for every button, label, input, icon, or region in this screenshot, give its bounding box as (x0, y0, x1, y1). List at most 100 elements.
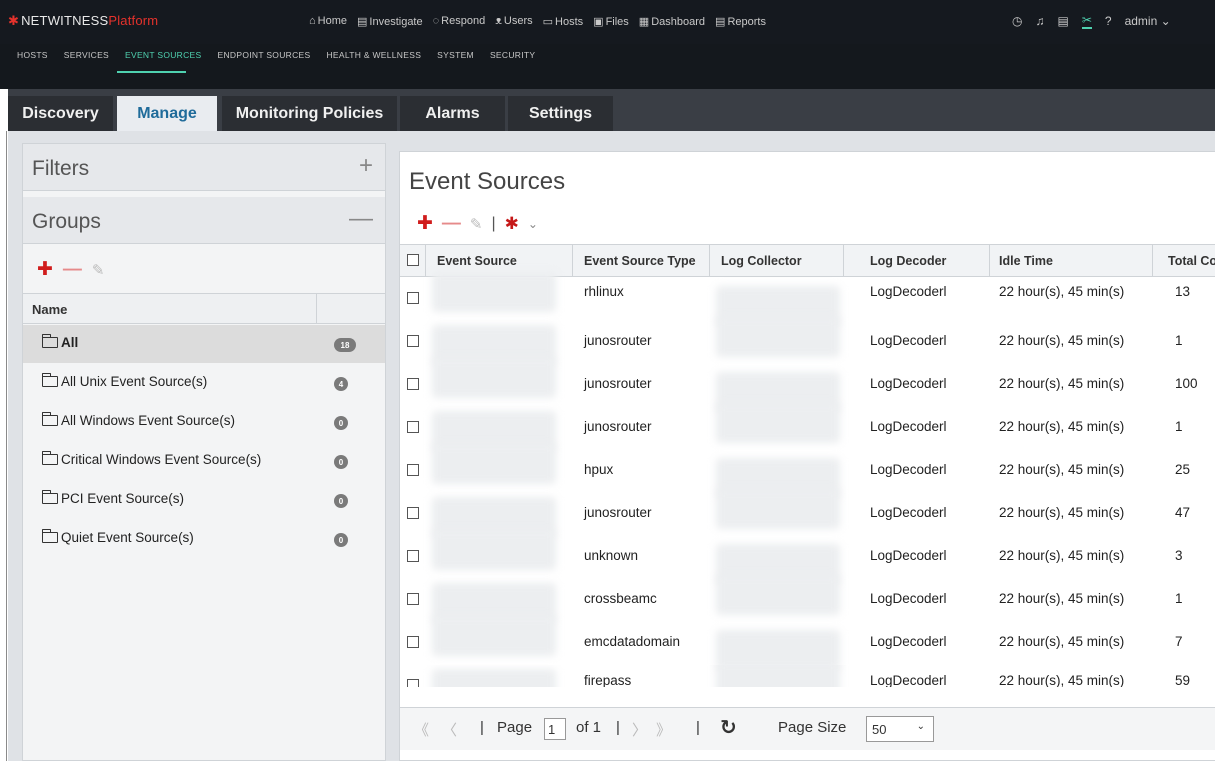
groups-header[interactable]: Groups — (23, 197, 385, 244)
group-name: All Unix Event Source(s) (61, 374, 208, 389)
group-item[interactable]: All 18 (23, 325, 385, 363)
add-group-icon[interactable]: ✚ (37, 258, 53, 281)
tab-discovery[interactable]: Discovery (8, 96, 113, 131)
group-item[interactable]: All Unix Event Source(s) 4 (23, 364, 385, 404)
subnav-services[interactable]: SERVICES (64, 50, 109, 60)
row-checkbox[interactable] (407, 421, 419, 433)
row-checkbox[interactable] (407, 550, 419, 562)
table-row[interactable]: emcdatadomain LogDecoderl 22 hour(s), 45 m… (400, 616, 1215, 670)
user-menu[interactable]: admin ⌄ (1125, 14, 1171, 28)
chevron-down-icon: ⌄ (916, 721, 925, 732)
subnav-event-sources[interactable]: EVENT SOURCES (125, 50, 201, 60)
group-name: Quiet Event Source(s) (61, 530, 194, 545)
subnav-system[interactable]: SYSTEM (437, 50, 474, 60)
edit-group-icon[interactable]: ✎ (92, 261, 105, 279)
cell-idle: 22 hour(s), 45 min(s) (999, 591, 1125, 606)
column-log-decoder[interactable]: Log Decoder (870, 254, 946, 268)
nav-item-dashboard[interactable]: ▦ Dashboard (639, 15, 705, 28)
home-icon: ⌂ (309, 15, 316, 27)
row-checkbox[interactable] (407, 464, 419, 476)
column-event-source-type[interactable]: Event Source Type (584, 254, 696, 268)
row-checkbox[interactable] (407, 378, 419, 390)
subnav-hosts[interactable]: HOSTS (17, 50, 48, 60)
cell-type: rhlinux (584, 284, 624, 299)
table-row[interactable]: rhlinux LogDecoderl 22 hour(s), 45 min(s) 1… (400, 272, 1215, 326)
subnav-endpoint-sources[interactable]: ENDPOINT SOURCES (218, 50, 311, 60)
nav-item-home[interactable]: ⌂ Home (309, 15, 347, 28)
admin-tools-icon[interactable]: ✂ (1081, 13, 1092, 29)
group-item[interactable]: Quiet Event Source(s) 0 (23, 520, 385, 560)
remove-group-icon[interactable]: — (63, 259, 82, 281)
page-size-label: Page Size (778, 719, 847, 736)
page-number-input[interactable] (544, 718, 566, 740)
add-event-source-icon[interactable]: ✚ (417, 212, 433, 235)
column-total-co[interactable]: Total Co (1168, 254, 1215, 268)
table-row[interactable]: unknown LogDecoderl 22 hour(s), 45 min(s) 3 (400, 530, 1215, 584)
notes-icon[interactable]: ▤ (1057, 14, 1068, 28)
groups-toolbar: ✚ — ✎ (37, 258, 105, 281)
cell-type: emcdatadomain (584, 634, 681, 649)
cell-idle: 22 hour(s), 45 min(s) (999, 376, 1125, 391)
subnav-health-wellness[interactable]: HEALTH & WELLNESS (326, 50, 421, 60)
tab-settings[interactable]: Settings (508, 96, 613, 131)
remove-event-source-icon[interactable]: — (442, 213, 461, 235)
tab-monitoring-policies[interactable]: Monitoring Policies (222, 96, 397, 131)
help-icon[interactable]: ? (1105, 14, 1112, 28)
count-badge: 18 (334, 338, 356, 352)
last-page-icon[interactable]: 》 (656, 719, 671, 740)
nav-item-reports[interactable]: ▤ Reports (715, 15, 766, 28)
column-idle-time[interactable]: Idle Time (999, 254, 1053, 268)
hosts-icon: ▭ (542, 16, 554, 28)
collapse-minus-icon[interactable]: — (349, 205, 373, 233)
gear-icon[interactable]: ✱ (505, 214, 519, 234)
tab-alarms[interactable]: Alarms (400, 96, 505, 131)
subnav-security[interactable]: SECURITY (490, 50, 535, 60)
refresh-icon[interactable]: ↻ (720, 715, 737, 740)
count-badge: 0 (334, 416, 348, 430)
nav-item-users[interactable]: ᴥ Users (495, 15, 532, 28)
filters-header[interactable]: Filters + (23, 144, 385, 191)
select-all-checkbox[interactable] (407, 254, 419, 266)
row-checkbox[interactable] (407, 507, 419, 519)
count-badge: 0 (334, 494, 348, 508)
group-item[interactable]: Critical Windows Event Source(s) 0 (23, 442, 385, 482)
row-checkbox[interactable] (407, 335, 419, 347)
expand-plus-icon[interactable]: + (359, 152, 373, 180)
logo[interactable]: ✱ NETWITNESSPlatform (8, 13, 158, 29)
bell-icon[interactable]: ♫ (1035, 14, 1044, 28)
nav-item-files[interactable]: ▣ Files (593, 15, 629, 28)
column-event-source[interactable]: Event Source (437, 254, 517, 268)
cell-idle: 22 hour(s), 45 min(s) (999, 333, 1125, 348)
cell-type: junosrouter (584, 505, 652, 520)
table-row[interactable]: firepass LogDecoderl 22 hour(s), 45 min(s)… (400, 665, 1215, 687)
page-size-select[interactable]: 50 ⌄ (866, 716, 934, 742)
cell-total: 3 (1175, 548, 1183, 563)
row-checkbox[interactable] (407, 636, 419, 648)
redacted-event-source (432, 669, 556, 687)
nav-item-investigate[interactable]: ▤ Investigate (357, 15, 423, 28)
column-name[interactable]: Name (32, 302, 67, 317)
respond-icon: ◌ (432, 15, 440, 27)
chevron-down-icon[interactable]: ⌄ (528, 217, 538, 231)
row-checkbox[interactable] (407, 292, 419, 304)
column-log-collector[interactable]: Log Collector (721, 254, 802, 268)
folder-icon (42, 451, 58, 465)
prev-page-icon[interactable]: 〈 (442, 719, 457, 740)
edit-event-source-icon[interactable]: ✎ (470, 215, 483, 233)
group-name: All Windows Event Source(s) (61, 413, 236, 428)
pager: 《 〈 | Page of 1 | 〉 》 | ↻ Page Size 50 ⌄ (400, 707, 1215, 750)
reports-icon: ▤ (715, 16, 726, 28)
tab-manage[interactable]: Manage (117, 96, 217, 131)
row-checkbox[interactable] (407, 593, 419, 605)
timer-icon[interactable]: ◷ (1012, 14, 1022, 28)
row-checkbox[interactable] (407, 679, 419, 687)
table-row[interactable]: hpux LogDecoderl 22 hour(s), 45 min(s) 25 (400, 444, 1215, 498)
group-item[interactable]: PCI Event Source(s) 0 (23, 481, 385, 521)
nav-item-respond[interactable]: ◌ Respond (433, 15, 486, 28)
next-page-icon[interactable]: 〉 (632, 719, 647, 740)
first-page-icon[interactable]: 《 (414, 719, 429, 740)
group-item[interactable]: All Windows Event Source(s) 0 (23, 403, 385, 443)
nav-item-hosts[interactable]: ▭ Hosts (543, 15, 584, 28)
cell-total: 7 (1175, 634, 1183, 649)
table-row[interactable]: junosrouter LogDecoderl 22 hour(s), 45 min… (400, 358, 1215, 412)
